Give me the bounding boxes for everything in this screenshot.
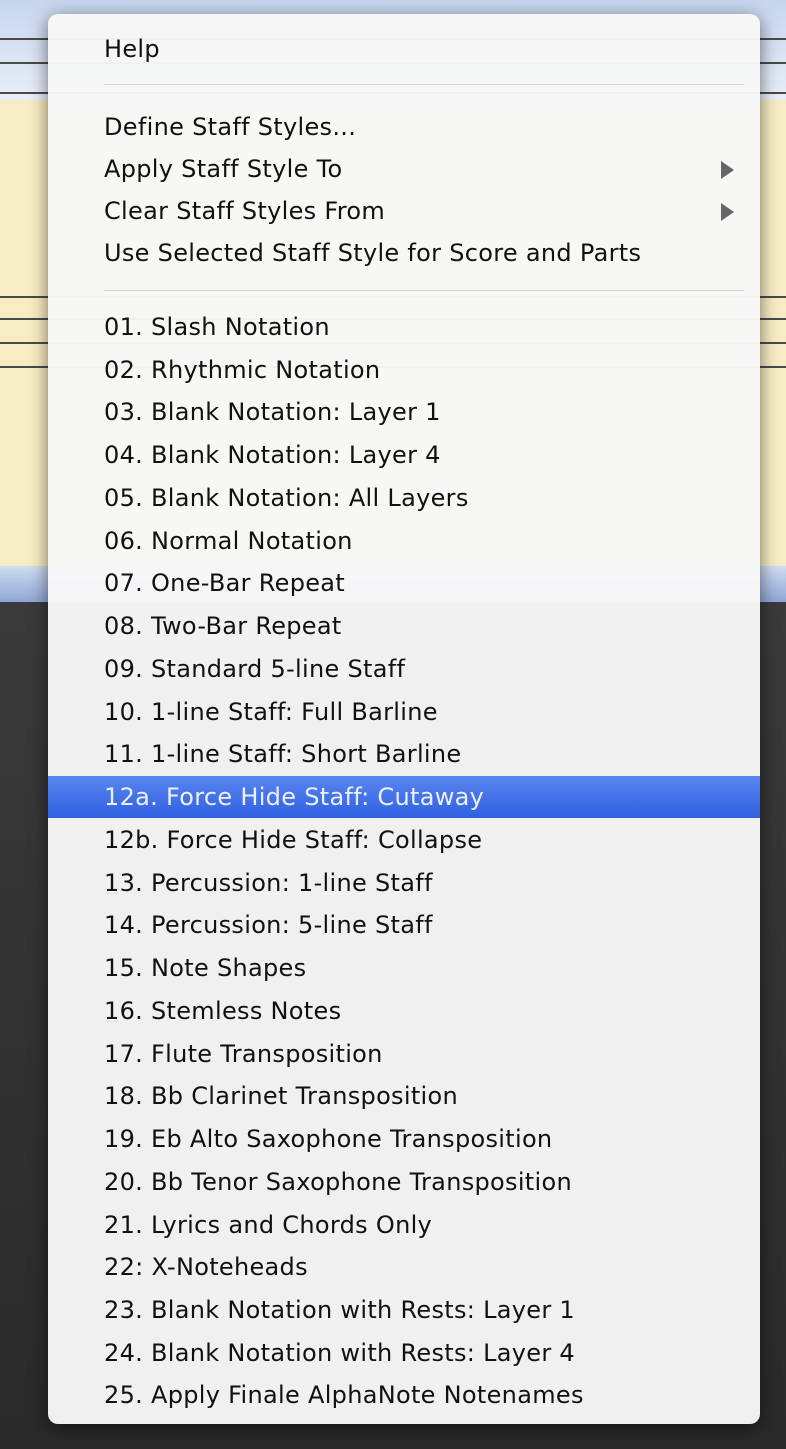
menu-item-style-02[interactable]: 02. Rhythmic Notation — [48, 349, 760, 391]
menu-item-style-24[interactable]: 24. Blank Notation with Rests: Layer 4 — [48, 1332, 760, 1374]
menu-item-clear-staff-styles-from[interactable]: Clear Staff Styles From — [48, 190, 760, 232]
menu-item-help[interactable]: Help — [48, 28, 760, 70]
menu-item-style-01[interactable]: 01. Slash Notation — [48, 306, 760, 348]
menu-item-use-selected-staff-style[interactable]: Use Selected Staff Style for Score and P… — [48, 232, 760, 274]
submenu-arrow-icon — [721, 161, 734, 179]
menu-item-style-20[interactable]: 20. Bb Tenor Saxophone Transposition — [48, 1161, 760, 1203]
menu-item-style-04[interactable]: 04. Blank Notation: Layer 4 — [48, 434, 760, 476]
menu-item-define-staff-styles[interactable]: Define Staff Styles... — [48, 106, 760, 148]
menu-item-style-25[interactable]: 25. Apply Finale AlphaNote Notenames — [48, 1374, 760, 1416]
menu-item-style-19[interactable]: 19. Eb Alto Saxophone Transposition — [48, 1118, 760, 1160]
menu-item-style-05[interactable]: 05. Blank Notation: All Layers — [48, 477, 760, 519]
menu-item-style-15[interactable]: 15. Note Shapes — [48, 947, 760, 989]
menu-separator — [104, 84, 744, 85]
menu-item-style-12b[interactable]: 12b. Force Hide Staff: Collapse — [48, 819, 760, 861]
menu-item-style-07[interactable]: 07. One-Bar Repeat — [48, 562, 760, 604]
menu-item-style-16[interactable]: 16. Stemless Notes — [48, 990, 760, 1032]
menu-item-style-23[interactable]: 23. Blank Notation with Rests: Layer 1 — [48, 1289, 760, 1331]
menu-separator — [104, 290, 744, 291]
menu-item-style-21[interactable]: 21. Lyrics and Chords Only — [48, 1204, 760, 1246]
staff-styles-menu: Help Define Staff Styles... Apply Staff … — [48, 14, 760, 1424]
menu-item-style-11[interactable]: 11. 1-line Staff: Short Barline — [48, 733, 760, 775]
menu-item-label: Apply Staff Style To — [104, 155, 343, 183]
menu-item-style-08[interactable]: 08. Two-Bar Repeat — [48, 605, 760, 647]
menu-item-style-09[interactable]: 09. Standard 5-line Staff — [48, 648, 760, 690]
menu-item-style-10[interactable]: 10. 1-line Staff: Full Barline — [48, 691, 760, 733]
submenu-arrow-icon — [721, 203, 734, 221]
menu-item-style-22[interactable]: 22: X-Noteheads — [48, 1246, 760, 1288]
menu-item-style-18[interactable]: 18. Bb Clarinet Transposition — [48, 1075, 760, 1117]
menu-item-label: Clear Staff Styles From — [104, 197, 386, 225]
menu-item-style-14[interactable]: 14. Percussion: 5-line Staff — [48, 904, 760, 946]
menu-item-style-03[interactable]: 03. Blank Notation: Layer 1 — [48, 391, 760, 433]
menu-item-style-06[interactable]: 06. Normal Notation — [48, 520, 760, 562]
menu-item-apply-staff-style-to[interactable]: Apply Staff Style To — [48, 148, 760, 190]
menu-item-style-12a-highlighted[interactable]: 12a. Force Hide Staff: Cutaway — [48, 776, 760, 818]
menu-item-style-13[interactable]: 13. Percussion: 1-line Staff — [48, 862, 760, 904]
menu-item-style-17[interactable]: 17. Flute Transposition — [48, 1033, 760, 1075]
